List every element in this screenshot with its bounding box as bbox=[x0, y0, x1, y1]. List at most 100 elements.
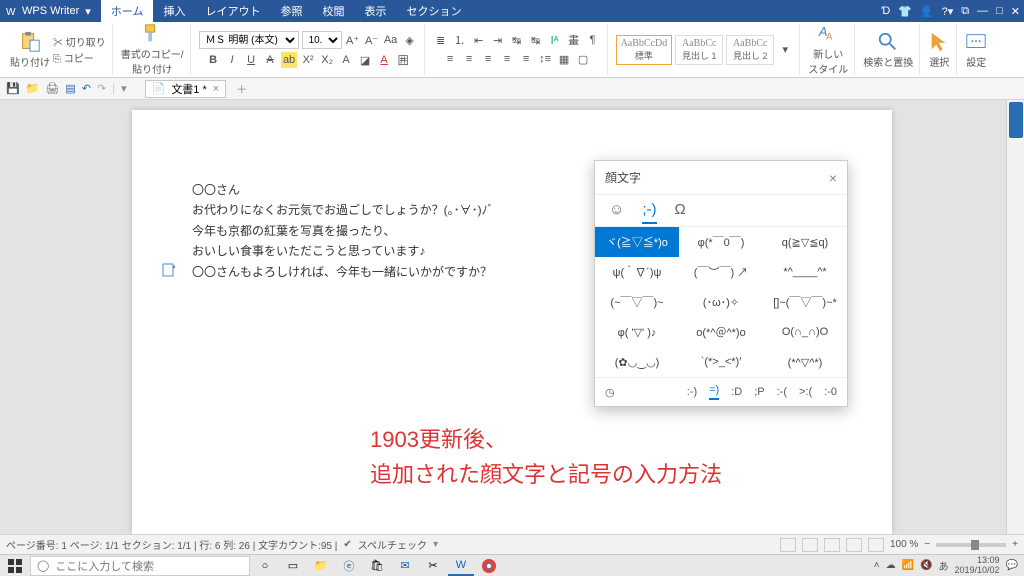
view-nav-icon[interactable] bbox=[780, 538, 796, 552]
font-color-icon[interactable]: A bbox=[376, 52, 392, 68]
tabs-left-icon[interactable]: ↹ bbox=[509, 32, 525, 48]
zoom-slider[interactable] bbox=[936, 543, 1006, 547]
tab-view[interactable]: 表示 bbox=[354, 0, 396, 22]
bold-icon[interactable]: B bbox=[205, 52, 221, 68]
print-icon[interactable]: 🖨 bbox=[45, 82, 59, 95]
underline-icon[interactable]: U bbox=[243, 52, 259, 68]
wifi-icon[interactable]: 📶 bbox=[902, 560, 914, 571]
settings-button[interactable]: 設定 bbox=[965, 31, 987, 69]
sub-icon[interactable]: X₂ bbox=[319, 52, 335, 68]
help-icon[interactable]: ?▾ bbox=[942, 5, 954, 18]
spellcheck-label[interactable]: スペルチェック bbox=[358, 537, 427, 552]
kaomoji-cell[interactable]: O(∩_∩)O bbox=[763, 317, 847, 347]
kaomoji-cell[interactable]: (･ω･)✧ bbox=[679, 287, 763, 317]
document-tab[interactable]: 📄 文書1 * × bbox=[145, 80, 227, 98]
bullets-icon[interactable]: ≣ bbox=[433, 32, 449, 48]
new-tab-button[interactable]: ＋ bbox=[236, 81, 247, 97]
zoom-in-icon[interactable]: + bbox=[1012, 539, 1018, 550]
emoticon-item[interactable]: :-( bbox=[777, 386, 787, 398]
wordart-icon[interactable]: A bbox=[338, 52, 354, 68]
indent-icon[interactable]: ⇥ bbox=[490, 32, 506, 48]
show-marks-icon[interactable]: ¶ bbox=[585, 32, 601, 48]
store-icon[interactable]: 🛍 bbox=[364, 556, 390, 576]
save-icon[interactable]: 💾 bbox=[6, 82, 20, 95]
edge-icon[interactable]: ⓔ bbox=[336, 556, 362, 576]
numbering-icon[interactable]: ⒈ bbox=[452, 32, 468, 48]
highlight-icon[interactable]: ab bbox=[281, 52, 297, 68]
recent-icon[interactable]: ◷ bbox=[605, 386, 615, 399]
popup-tab-symbol[interactable]: Ω bbox=[675, 201, 686, 224]
ime-icon[interactable]: あ bbox=[939, 558, 949, 573]
style-heading2[interactable]: AaBbCc 見出し 2 bbox=[726, 35, 774, 65]
font-size-select[interactable]: 10.5 bbox=[302, 31, 342, 49]
clock[interactable]: 13:09 2019/10/02 bbox=[955, 556, 1000, 575]
align-center-icon[interactable]: ≡ bbox=[461, 51, 477, 67]
emoticon-item[interactable]: ;P bbox=[754, 386, 764, 398]
spellcheck-icon[interactable]: ✔ bbox=[343, 539, 351, 550]
kaomoji-cell[interactable]: *^____^* bbox=[763, 257, 847, 287]
popup-tab-kaomoji[interactable]: ;-) bbox=[642, 201, 656, 224]
find-replace-button[interactable]: 検索と置換 bbox=[863, 31, 913, 69]
distribute-icon[interactable]: ≡ bbox=[518, 51, 534, 67]
shrink-font-icon[interactable]: A⁻ bbox=[364, 32, 380, 48]
emoticon-item[interactable]: =) bbox=[709, 384, 719, 400]
wps-icon[interactable]: W bbox=[448, 556, 474, 576]
outdent-icon[interactable]: ⇤ bbox=[471, 32, 487, 48]
undo-icon[interactable]: ↶ bbox=[82, 82, 91, 95]
kaomoji-cell[interactable]: φ(*￣0￣) bbox=[679, 227, 763, 257]
align-right-icon[interactable]: ≡ bbox=[480, 51, 496, 67]
popup-tab-emoji[interactable]: ☺ bbox=[609, 201, 624, 224]
onedrive-icon[interactable]: ☁ bbox=[886, 560, 896, 571]
print-preview-icon[interactable]: ▤ bbox=[65, 82, 75, 95]
minimize-icon[interactable]: — bbox=[977, 5, 988, 17]
tab-section[interactable]: セクション bbox=[396, 0, 471, 22]
snip-icon[interactable]: ✂ bbox=[420, 556, 446, 576]
close-icon[interactable]: ✕ bbox=[1011, 5, 1020, 18]
justify-icon[interactable]: ≡ bbox=[499, 51, 515, 67]
style-heading1[interactable]: AaBbCc 見出し 1 bbox=[675, 35, 723, 65]
cloud-icon[interactable]: Ɗ bbox=[881, 5, 890, 17]
font-name-select[interactable]: ＭＳ 明朝 (本文) bbox=[199, 31, 299, 49]
new-style-button[interactable]: AA 新しい スタイル bbox=[808, 23, 848, 76]
emoticon-item[interactable]: :-0 bbox=[824, 386, 837, 398]
borders-icon[interactable]: ▢ bbox=[575, 51, 591, 67]
format-painter-button[interactable]: 書式のコピー/ 貼り付け bbox=[121, 23, 184, 76]
style-normal[interactable]: AaBbCcDd 標準 bbox=[616, 35, 673, 65]
mail-icon[interactable]: ✉ bbox=[392, 556, 418, 576]
start-button[interactable] bbox=[2, 556, 28, 576]
tabs-right-icon[interactable]: ↹ bbox=[528, 32, 544, 48]
kaomoji-cell[interactable]: ヾ(≧▽≦*)o bbox=[595, 227, 679, 257]
kaomoji-cell[interactable]: (*^▽^*) bbox=[763, 347, 847, 377]
shirt-icon[interactable]: 👕 bbox=[898, 5, 912, 18]
explorer-icon[interactable]: 📁 bbox=[308, 556, 334, 576]
strike-icon[interactable]: A bbox=[262, 52, 278, 68]
kaomoji-cell[interactable]: (✿◡‿◡) bbox=[595, 347, 679, 377]
kaomoji-cell[interactable]: o(*^＠^*)o bbox=[679, 317, 763, 347]
emoticon-item[interactable]: :-) bbox=[687, 386, 697, 398]
italic-icon[interactable]: I bbox=[224, 52, 240, 68]
taskbar-search[interactable]: ◯ ここに入力して検索 bbox=[30, 556, 250, 576]
clear-format-icon[interactable]: ◈ bbox=[402, 32, 418, 48]
emoticon-item[interactable]: >:( bbox=[799, 386, 812, 398]
align-left-icon[interactable]: ≡ bbox=[442, 51, 458, 67]
paste-button[interactable]: 貼り付け bbox=[10, 31, 50, 69]
user-icon[interactable]: 👤 bbox=[920, 5, 934, 18]
asian-layout-icon[interactable]: 畫 bbox=[566, 32, 582, 48]
tab-insert[interactable]: 挿入 bbox=[153, 0, 195, 22]
para-shading-icon[interactable]: ▦ bbox=[556, 51, 572, 67]
copy-button[interactable]: ⎘ コピー bbox=[53, 50, 106, 65]
tab-layout[interactable]: レイアウト bbox=[195, 0, 270, 22]
kaomoji-cell[interactable]: ψ(｀∇´)ψ bbox=[595, 257, 679, 287]
chrome-icon[interactable] bbox=[476, 556, 502, 576]
kaomoji-cell[interactable]: []~(￣▽￣)~* bbox=[763, 287, 847, 317]
paragraph-options-icon[interactable] bbox=[162, 262, 178, 278]
maximize-icon[interactable]: □ bbox=[996, 5, 1003, 17]
grow-font-icon[interactable]: A⁺ bbox=[345, 32, 361, 48]
tab-home[interactable]: ホーム bbox=[101, 0, 154, 22]
kaomoji-cell[interactable]: q(≧▽≦q) bbox=[763, 227, 847, 257]
phonetic-icon[interactable]: 囲 bbox=[395, 52, 411, 68]
cut-button[interactable]: ✂ 切り取り bbox=[53, 34, 106, 49]
collapse-icon[interactable]: ⧉ bbox=[961, 5, 969, 18]
view-web-icon[interactable] bbox=[846, 538, 862, 552]
tab-review[interactable]: 校閲 bbox=[312, 0, 354, 22]
